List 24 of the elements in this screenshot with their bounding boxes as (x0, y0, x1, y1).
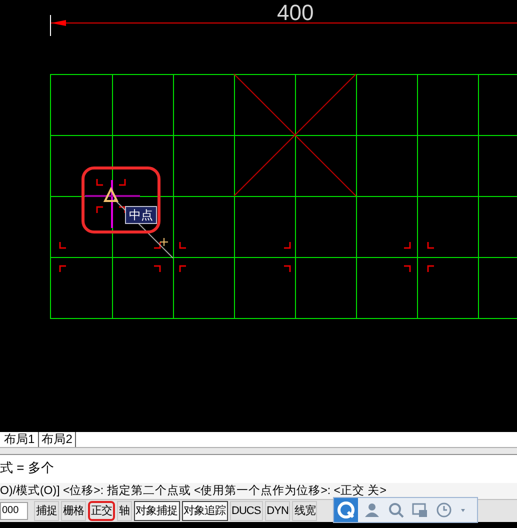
dimension-text: 400 (277, 0, 314, 26)
coordinates-field: 000 (0, 502, 28, 520)
cursor-icon (160, 238, 168, 246)
status-toggle-button[interactable]: DYN (264, 501, 290, 521)
layout-tab[interactable]: 布局1 (1, 432, 39, 447)
command-history-line: 式 = 多个 (0, 459, 55, 477)
screen-capture-icon[interactable] (412, 502, 428, 518)
clock-icon[interactable] (436, 502, 452, 518)
status-toggle-button[interactable]: 线宽 (292, 501, 318, 521)
person-icon[interactable] (364, 502, 380, 518)
status-toggle-button[interactable]: DUCS (230, 501, 263, 521)
status-toggle-button[interactable]: 捕捉 (34, 501, 59, 521)
midpoint-marker-icon (103, 186, 119, 202)
snap-tooltip: 中点 (125, 206, 157, 224)
status-toggle-button[interactable]: 对象追踪 (182, 501, 228, 521)
crosshair-drawing (85, 180, 140, 228)
layout-tab[interactable]: 布局2 (38, 432, 76, 447)
status-toggle-button[interactable]: 正交 (88, 501, 115, 521)
horizontal-scrollbar[interactable] (0, 448, 517, 455)
status-toggle-button[interactable]: 对象捕捉 (134, 501, 180, 521)
status-toggle-button[interactable]: 栅格 (61, 501, 86, 521)
status-toggle-button[interactable]: 轴 (117, 501, 132, 521)
search-icon[interactable] (388, 502, 404, 518)
logo-icon[interactable] (334, 498, 358, 522)
